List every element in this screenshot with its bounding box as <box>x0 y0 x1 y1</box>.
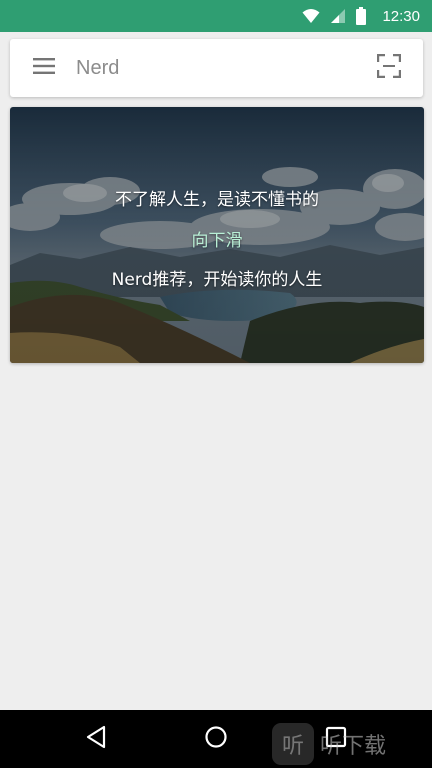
app-title: Nerd <box>76 56 120 79</box>
scan-button[interactable] <box>365 44 413 92</box>
status-time: 12:30 <box>382 7 420 25</box>
hamburger-menu-icon <box>32 57 56 79</box>
scan-frame-icon <box>376 53 402 82</box>
top-bar: Nerd <box>10 39 423 97</box>
signal-icon <box>330 8 346 24</box>
hero-banner[interactable]: 不了解人生，是读不懂书的 向下滑 Nerd推荐，开始读你的人生 <box>10 107 424 363</box>
wifi-icon <box>302 8 320 24</box>
hero-swipe-hint: 向下滑 <box>191 231 243 251</box>
watermark-text: 听下载 <box>320 734 387 759</box>
back-button[interactable] <box>76 719 116 759</box>
status-bar: 12:30 <box>0 0 432 32</box>
menu-button[interactable] <box>20 44 68 92</box>
home-icon <box>204 725 228 753</box>
battery-icon <box>356 7 367 25</box>
hero-subtitle: Nerd推荐，开始读你的人生 <box>111 270 323 290</box>
back-icon <box>85 725 107 753</box>
home-button[interactable] <box>196 719 236 759</box>
hero-tagline: 不了解人生，是读不懂书的 <box>115 190 319 210</box>
watermark-badge: 听 <box>272 723 314 765</box>
watermark: 听 听下载 <box>272 722 386 766</box>
